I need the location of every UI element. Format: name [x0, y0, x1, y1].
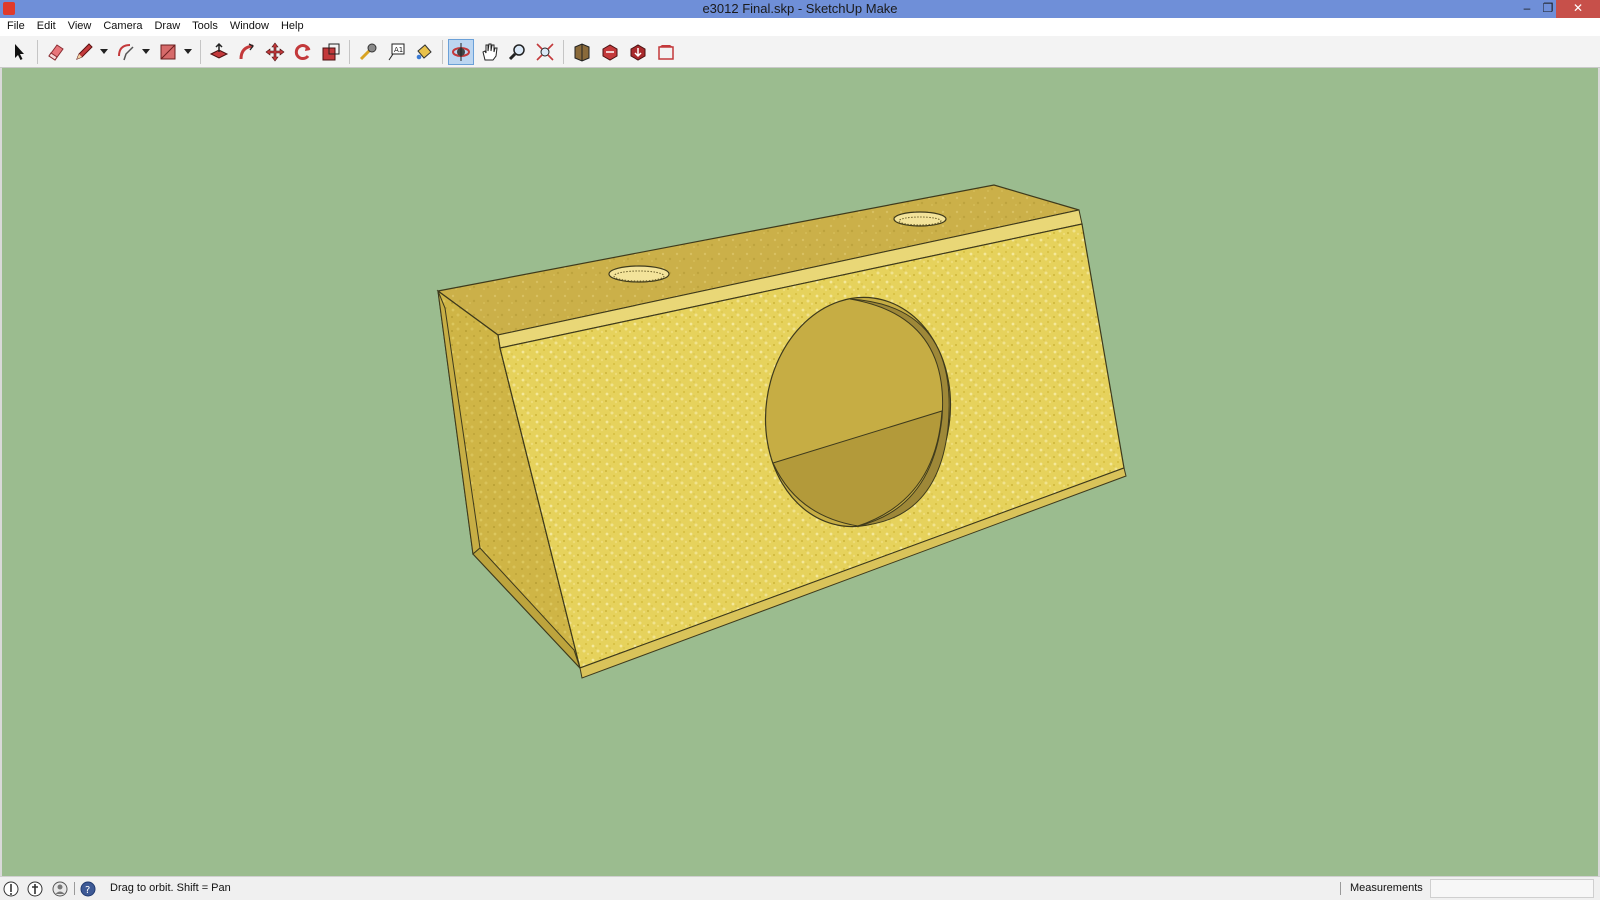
- extension-warehouse-button[interactable]: [653, 39, 679, 65]
- credits-icon[interactable]: [27, 881, 43, 897]
- pan-tool-button[interactable]: [476, 39, 502, 65]
- pan-hand-icon: [482, 43, 498, 61]
- port-hole-right[interactable]: [893, 211, 947, 227]
- orbit-tool-button[interactable]: [448, 39, 474, 65]
- get-models-icon: [630, 44, 646, 61]
- status-divider: [1340, 882, 1341, 895]
- 3d-warehouse-icon: [574, 43, 590, 62]
- orbit-icon: [452, 43, 470, 61]
- get-models-button[interactable]: [625, 39, 651, 65]
- port-hole-left[interactable]: [608, 265, 670, 283]
- status-bar: ? Drag to orbit. Shift = Pan Measurement…: [0, 876, 1600, 900]
- paint-bucket-icon: [416, 44, 432, 60]
- toolbar-separator: [442, 40, 443, 64]
- svg-text:?: ?: [85, 885, 90, 896]
- toolbar-separator: [37, 40, 38, 64]
- tape-measure-icon: [359, 43, 377, 61]
- toolbar: A1: [0, 36, 1600, 68]
- geo-location-icon[interactable]: [3, 881, 19, 897]
- toolbar-separator: [563, 40, 564, 64]
- rotate-tool-button[interactable]: [290, 39, 316, 65]
- menu-view[interactable]: View: [62, 18, 98, 36]
- menu-camera[interactable]: Camera: [97, 18, 148, 36]
- shape-tools-dropdown[interactable]: [183, 39, 193, 65]
- arc-tools-dropdown[interactable]: [141, 39, 151, 65]
- rectangle-icon: [160, 44, 176, 60]
- push-pull-tool-button[interactable]: [206, 39, 232, 65]
- arrow-cursor-icon: [15, 44, 24, 60]
- follow-me-tool-button[interactable]: [234, 39, 260, 65]
- tape-measure-tool-button[interactable]: [355, 39, 381, 65]
- zoom-extents-icon: [536, 43, 554, 61]
- scale-icon: [322, 43, 340, 61]
- menu-draw[interactable]: Draw: [148, 18, 186, 36]
- rotate-icon: [294, 44, 311, 61]
- paint-bucket-tool-button[interactable]: [411, 39, 437, 65]
- svg-text:A1: A1: [394, 46, 403, 54]
- pencil-icon: [76, 43, 93, 60]
- extension-warehouse-icon: [658, 45, 674, 60]
- push-pull-icon: [209, 42, 229, 59]
- menu-bar: File Edit View Camera Draw Tools Window Help: [0, 18, 1600, 36]
- arc-icon: [118, 44, 134, 61]
- line-tools-dropdown[interactable]: [99, 39, 109, 65]
- eraser-icon: [48, 44, 64, 61]
- share-model-button[interactable]: [597, 39, 623, 65]
- status-hint-text: Drag to orbit. Shift = Pan: [110, 882, 231, 894]
- 3d-warehouse-button[interactable]: [569, 39, 595, 65]
- chevron-down-icon: [100, 49, 108, 54]
- zoom-tool-button[interactable]: [504, 39, 530, 65]
- menu-edit[interactable]: Edit: [31, 18, 62, 36]
- close-button[interactable]: ✕: [1556, 0, 1600, 18]
- arc-tool-button[interactable]: [113, 39, 139, 65]
- share-model-icon: [602, 44, 618, 61]
- chevron-down-icon: [184, 49, 192, 54]
- text-icon: A1: [388, 43, 405, 61]
- help-icon[interactable]: ?: [80, 881, 96, 897]
- drawing-viewport[interactable]: [0, 68, 1600, 876]
- title-bar: e3012 Final.skp - SketchUp Make – ❐ ✕: [0, 0, 1600, 18]
- line-tool-button[interactable]: [71, 39, 97, 65]
- text-tool-button[interactable]: A1: [383, 39, 409, 65]
- window-title: e3012 Final.skp - SketchUp Make: [702, 1, 898, 16]
- move-tool-button[interactable]: [262, 39, 288, 65]
- measurements-label: Measurements: [1350, 882, 1423, 894]
- follow-me-icon: [239, 43, 254, 60]
- chevron-down-icon: [142, 49, 150, 54]
- menu-window[interactable]: Window: [224, 18, 275, 36]
- user-icon[interactable]: [52, 881, 68, 897]
- status-divider: [74, 882, 75, 895]
- eraser-tool-button[interactable]: [43, 39, 69, 65]
- menu-tools[interactable]: Tools: [186, 18, 224, 36]
- select-tool-button[interactable]: [6, 39, 32, 65]
- measurements-input[interactable]: [1430, 879, 1594, 898]
- move-icon: [265, 42, 285, 62]
- toolbar-separator: [349, 40, 350, 64]
- subwoofer-box-model[interactable]: [2, 68, 1598, 876]
- toolbar-separator: [200, 40, 201, 64]
- rectangle-tool-button[interactable]: [155, 39, 181, 65]
- zoom-extents-tool-button[interactable]: [532, 39, 558, 65]
- zoom-icon: [508, 44, 525, 61]
- menu-file[interactable]: File: [0, 18, 31, 36]
- scale-tool-button[interactable]: [318, 39, 344, 65]
- menu-help[interactable]: Help: [275, 18, 310, 36]
